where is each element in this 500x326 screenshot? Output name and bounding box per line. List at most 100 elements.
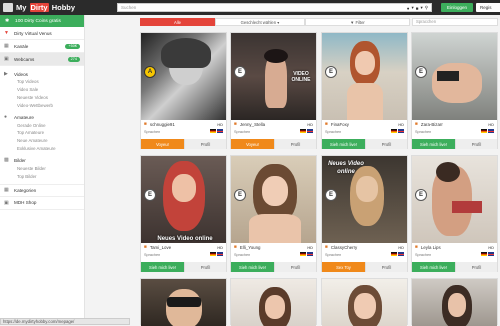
- cam-card[interactable]: [321, 278, 408, 326]
- language-label: Sprachen: [144, 130, 161, 134]
- cam-card[interactable]: VIDEO ONLINE E ■ Jenny_Stella HD Sprachen…: [230, 32, 317, 149]
- register-button[interactable]: Regis: [476, 3, 500, 12]
- sidebar-sub-new-videos[interactable]: Neueste Videos: [0, 94, 84, 102]
- sidebar-item-shop[interactable]: ▣ MDH Shop: [0, 197, 84, 210]
- flag-uk-icon: [398, 252, 404, 256]
- profile-button[interactable]: Profil: [184, 139, 226, 149]
- flag-uk-icon: [488, 129, 494, 133]
- sidebar-sub-exclusive[interactable]: Exklusive Amateure: [0, 145, 84, 153]
- chevron-down-icon[interactable]: ▾: [411, 5, 413, 11]
- profile-button[interactable]: Profil: [184, 262, 226, 272]
- language-label: Sprachen: [415, 253, 432, 257]
- cam-card[interactable]: [230, 278, 317, 326]
- cam-thumbnail[interactable]: [231, 279, 316, 326]
- watch-live-button[interactable]: Sieh mich live!: [141, 262, 184, 272]
- webcam-icon: ■: [415, 122, 418, 127]
- sidebar-item-images[interactable]: ▩ Bilder: [0, 156, 84, 164]
- cam-card[interactable]: Neues Video online E ■ Tami_Love HD Sprac…: [140, 155, 227, 272]
- amateur-badge: E: [234, 189, 246, 201]
- cam-card[interactable]: E ■ Leyla Lips HD Sprachen Sieh mich live…: [411, 155, 498, 272]
- login-button[interactable]: Einloggen: [441, 3, 473, 12]
- sidebar-sub-top-amateurs[interactable]: Top Amateure: [0, 129, 84, 137]
- user-icon[interactable]: ●: [407, 6, 410, 11]
- chevron-down-icon[interactable]: ▾: [420, 5, 422, 11]
- profile-button[interactable]: Profil: [365, 139, 407, 149]
- cam-card[interactable]: [411, 278, 498, 326]
- language-flags: [391, 252, 404, 256]
- watch-live-button[interactable]: Sieh mich live!: [412, 262, 455, 272]
- watch-live-button[interactable]: Sieh mich live!: [322, 139, 365, 149]
- flag-de-icon: [300, 252, 306, 256]
- cam-card[interactable]: Neues Video online E ■ ClassyCherry HD Sp…: [321, 155, 408, 272]
- logo-text: My Dirty Hobby: [16, 3, 76, 12]
- profile-button[interactable]: Profil: [274, 139, 316, 149]
- sidebar-item-categories[interactable]: ▦ Kategorien: [0, 183, 84, 197]
- watch-live-button[interactable]: Sieh mich live!: [231, 262, 274, 272]
- cam-card[interactable]: E ■ FinaFoxy HD Sprachen Sieh mich live! …: [321, 32, 408, 149]
- language-label: Sprachen: [415, 130, 432, 134]
- sidebar-item-webcams[interactable]: ▣ Webcams 274: [0, 53, 84, 66]
- gender-select[interactable]: Geschlecht wählen ▾: [215, 18, 305, 26]
- amateur-badge: E: [325, 189, 337, 201]
- sidebar-item-videos[interactable]: ▶ Videos: [0, 70, 84, 78]
- tab-all[interactable]: Alle: [140, 18, 215, 26]
- profile-button[interactable]: Profil: [455, 139, 497, 149]
- language-label: Sprachen: [144, 253, 161, 257]
- cam-card[interactable]: E ■ Elli_Young HD Sprachen Sieh mich live…: [230, 155, 317, 272]
- voyeur-button[interactable]: Voyeur: [141, 139, 184, 149]
- sex-toy-button[interactable]: Sex Toy: [322, 262, 365, 272]
- cam-name: ■ Zara-Bizarr: [415, 122, 443, 127]
- language-label: Sprachen: [325, 130, 342, 134]
- amateur-badge: A: [144, 66, 156, 78]
- cam-name: ■ Tami_Love: [144, 245, 172, 250]
- voyeur-button[interactable]: Voyeur: [231, 139, 274, 149]
- camera-icon[interactable]: ■: [416, 6, 419, 11]
- filter-tabs: Alle Geschlecht wählen ▾ ▼ Filter: [140, 18, 410, 26]
- sidebar-item-venus[interactable]: ▼ Dirty Virtual Venus: [0, 27, 84, 40]
- sidebar-sub-video-sale[interactable]: Video Sale: [0, 86, 84, 94]
- webcam-icon: ■: [144, 245, 147, 250]
- cam-thumbnail[interactable]: [412, 279, 497, 326]
- sidebar-sub-top-images[interactable]: Top Bilder: [0, 172, 84, 180]
- cam-card[interactable]: E ■ Zara-Bizarr HD Sprachen Sieh mich liv…: [411, 32, 498, 149]
- filter-search-input[interactable]: Spracchen: [412, 18, 498, 26]
- sidebar-item-amateurs[interactable]: ● Amateure: [0, 113, 84, 121]
- play-icon: ▶: [4, 71, 8, 77]
- cam-name: ■ Leyla Lips: [415, 245, 441, 250]
- logo[interactable]: My Dirty Hobby: [3, 3, 111, 12]
- webcams-badge: 274: [67, 57, 80, 62]
- flag-de-icon: [210, 129, 216, 133]
- sidebar-sub-new-amateurs[interactable]: Neue Amateure: [0, 137, 84, 145]
- sidebar-sub-new-images[interactable]: Neueste Bilder: [0, 164, 84, 172]
- flag-uk-icon: [488, 252, 494, 256]
- sidebar-sub-top-videos[interactable]: Top Videos: [0, 78, 84, 86]
- language-label: Sprachen: [234, 130, 251, 134]
- amateur-badge: E: [415, 66, 427, 78]
- cam-card[interactable]: A ■ schnuggie91 HD Sprachen Voyeur Profil: [140, 32, 227, 149]
- flag-de-icon: [481, 252, 487, 256]
- language-flags: [391, 129, 404, 133]
- search-input[interactable]: Suchen ● ▾ ■ ▾ ⚲: [117, 3, 432, 12]
- filter-button[interactable]: ▼ Filter: [305, 18, 410, 26]
- profile-button[interactable]: Profil: [455, 262, 497, 272]
- cam-thumbnail[interactable]: [141, 279, 226, 326]
- sidebar-item-channels[interactable]: ▦ Kanäle +50€: [0, 40, 84, 53]
- cam-thumbnail[interactable]: [322, 279, 407, 326]
- cam-name: ■ Elli_Young: [234, 245, 261, 250]
- profile-button[interactable]: Profil: [274, 262, 316, 272]
- webcam-icon: ■: [325, 245, 328, 250]
- channels-badge: +50€: [65, 44, 80, 49]
- language-flags: [300, 252, 313, 256]
- new-video-overlay: Neues Video online: [328, 161, 364, 175]
- webcam-icon: ■: [234, 245, 237, 250]
- watch-live-button[interactable]: Sieh mich live!: [412, 139, 455, 149]
- profile-button[interactable]: Profil: [365, 262, 407, 272]
- sidebar-sub-online[interactable]: Gerade Online: [0, 121, 84, 129]
- search-placeholder: Suchen: [121, 5, 137, 10]
- language-flags: [210, 129, 223, 133]
- promo-banner[interactable]: ✱ 100 Dirty Coins gratis: [0, 15, 84, 27]
- sidebar-sub-video-contest[interactable]: Video-Wettbewerb: [0, 101, 84, 109]
- amateur-badge: E: [144, 189, 156, 201]
- cam-card[interactable]: [140, 278, 227, 326]
- search-icon[interactable]: ⚲: [425, 5, 428, 11]
